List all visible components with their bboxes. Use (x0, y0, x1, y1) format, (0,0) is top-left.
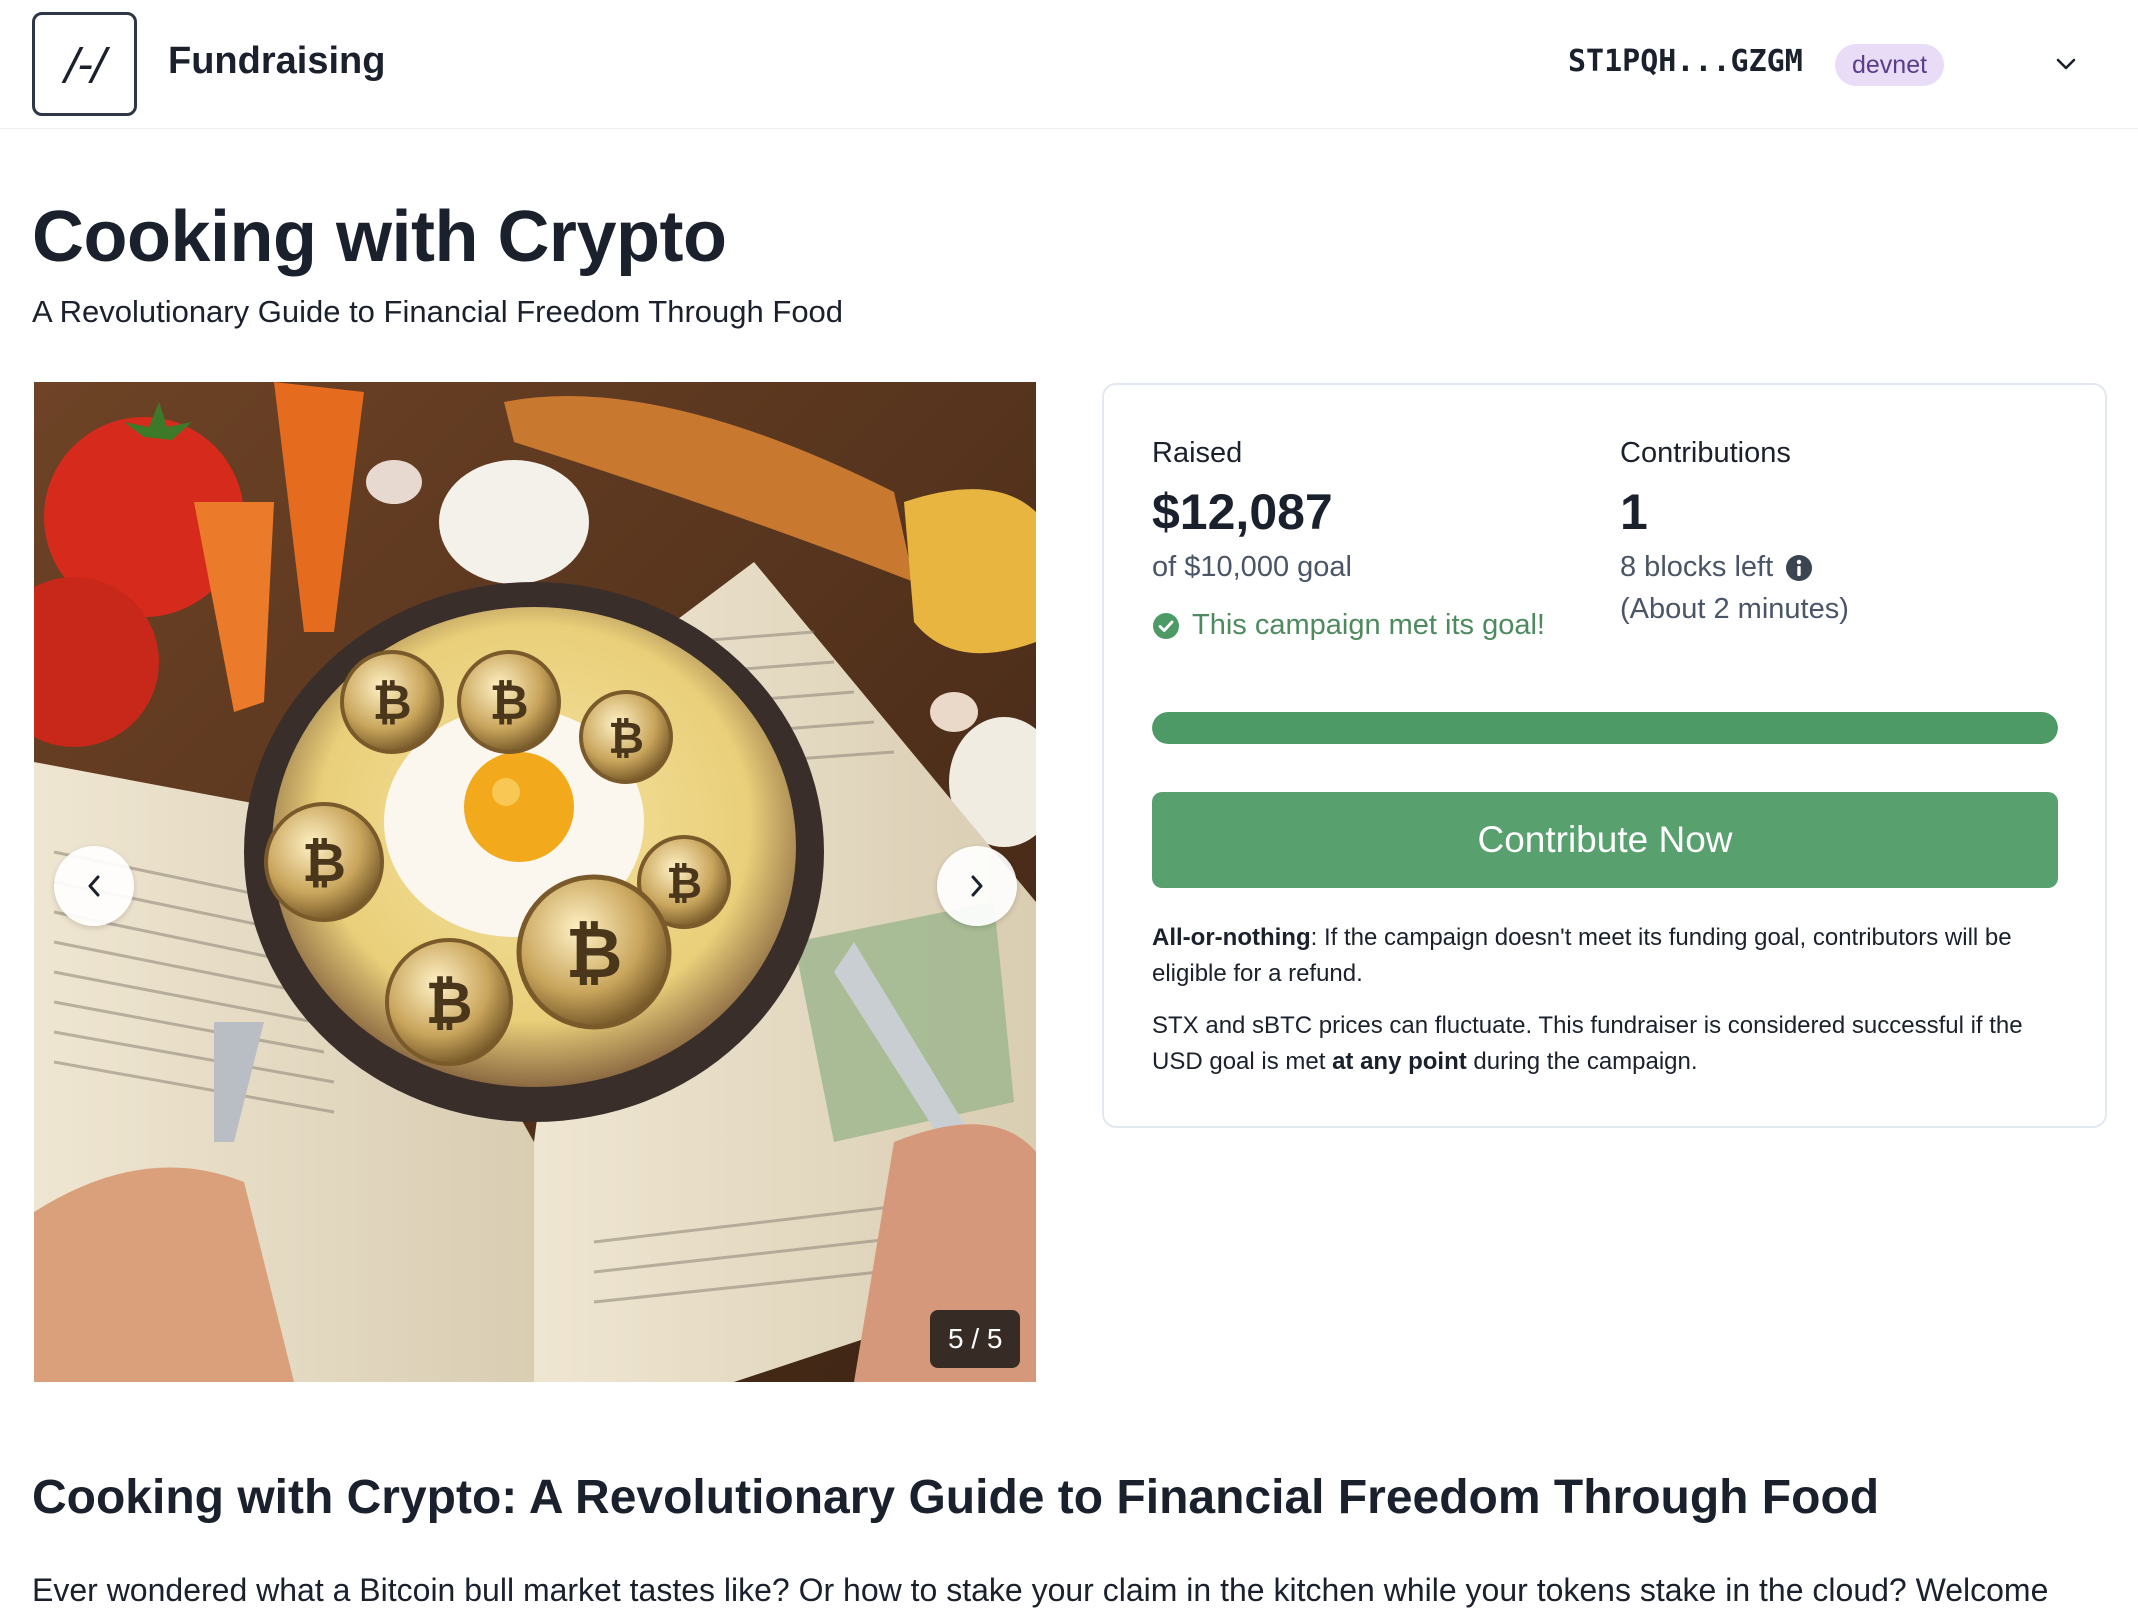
contributions-count: 1 (1620, 484, 1648, 540)
all-or-nothing-label: All-or-nothing (1152, 924, 1311, 951)
funding-progress-bar (1152, 712, 2058, 744)
progress-fill (1152, 712, 2058, 744)
chevron-left-icon (88, 875, 100, 897)
blocks-left: 8 blocks left (1620, 551, 1813, 584)
goal-met-status: This campaign met its goal! (1152, 609, 1545, 642)
carousel-prev-button[interactable] (54, 846, 134, 926)
funding-card: Raised $12,087 of $10,000 goal This camp… (1102, 383, 2107, 1128)
logo[interactable]: /-/ (32, 12, 137, 116)
slide-counter: 5 / 5 (930, 1310, 1021, 1368)
chevron-down-icon (2056, 58, 2076, 70)
svg-text:₿: ₿ (302, 831, 346, 894)
network-badge: devnet (1835, 44, 1945, 86)
chevron-right-icon (971, 875, 983, 897)
carousel-next-button[interactable] (937, 846, 1017, 926)
fluctuation-bold: at any point (1332, 1048, 1467, 1075)
contribute-now-button[interactable]: Contribute Now (1152, 792, 2058, 888)
svg-text:₿: ₿ (372, 675, 411, 731)
description-heading: Cooking with Crypto: A Revolutionary Gui… (32, 1471, 1880, 1524)
info-icon[interactable] (1785, 554, 1813, 582)
wallet-address[interactable]: ST1PQH...GZGM (1568, 44, 1803, 79)
campaign-image: ₿ ₿ ₿ ₿ ₿ ₿ ₿ (34, 382, 1036, 1382)
page-title: Cooking with Crypto (32, 197, 727, 277)
description-body: Ever wondered what a Bitcoin bull market… (32, 1572, 2049, 1608)
goal-text: of $10,000 goal (1152, 551, 1352, 583)
svg-text:₿: ₿ (608, 713, 644, 764)
fluctuation-text-2: during the campaign. (1466, 1048, 1698, 1075)
check-circle-icon (1153, 612, 1179, 639)
page-subtitle: A Revolutionary Guide to Financial Freed… (32, 294, 844, 329)
svg-text:₿: ₿ (425, 969, 472, 1037)
account-menu-button[interactable] (2040, 44, 2092, 84)
top-nav: /-/ Fundraising ST1PQH...GZGM devnet (0, 0, 2138, 129)
raised-label: Raised (1152, 437, 1243, 469)
brand-name[interactable]: Fundraising (168, 40, 385, 83)
blocks-left-text: 8 blocks left (1620, 551, 1774, 583)
time-left: (About 2 minutes) (1620, 593, 1849, 625)
svg-text:₿: ₿ (565, 912, 622, 994)
image-carousel[interactable]: ₿ ₿ ₿ ₿ ₿ ₿ ₿ 5 / 5 (34, 382, 1036, 1382)
price-fluctuation-note: STX and sBTC prices can fluctuate. This … (1152, 1008, 2062, 1080)
contributions-label: Contributions (1620, 437, 1791, 469)
all-or-nothing-note: All-or-nothing: If the campaign doesn't … (1152, 920, 2062, 992)
raised-amount: $12,087 (1152, 484, 1333, 540)
goal-met-text: This campaign met its goal! (1192, 609, 1545, 641)
svg-text:₿: ₿ (489, 675, 528, 731)
svg-text:₿: ₿ (666, 858, 702, 909)
